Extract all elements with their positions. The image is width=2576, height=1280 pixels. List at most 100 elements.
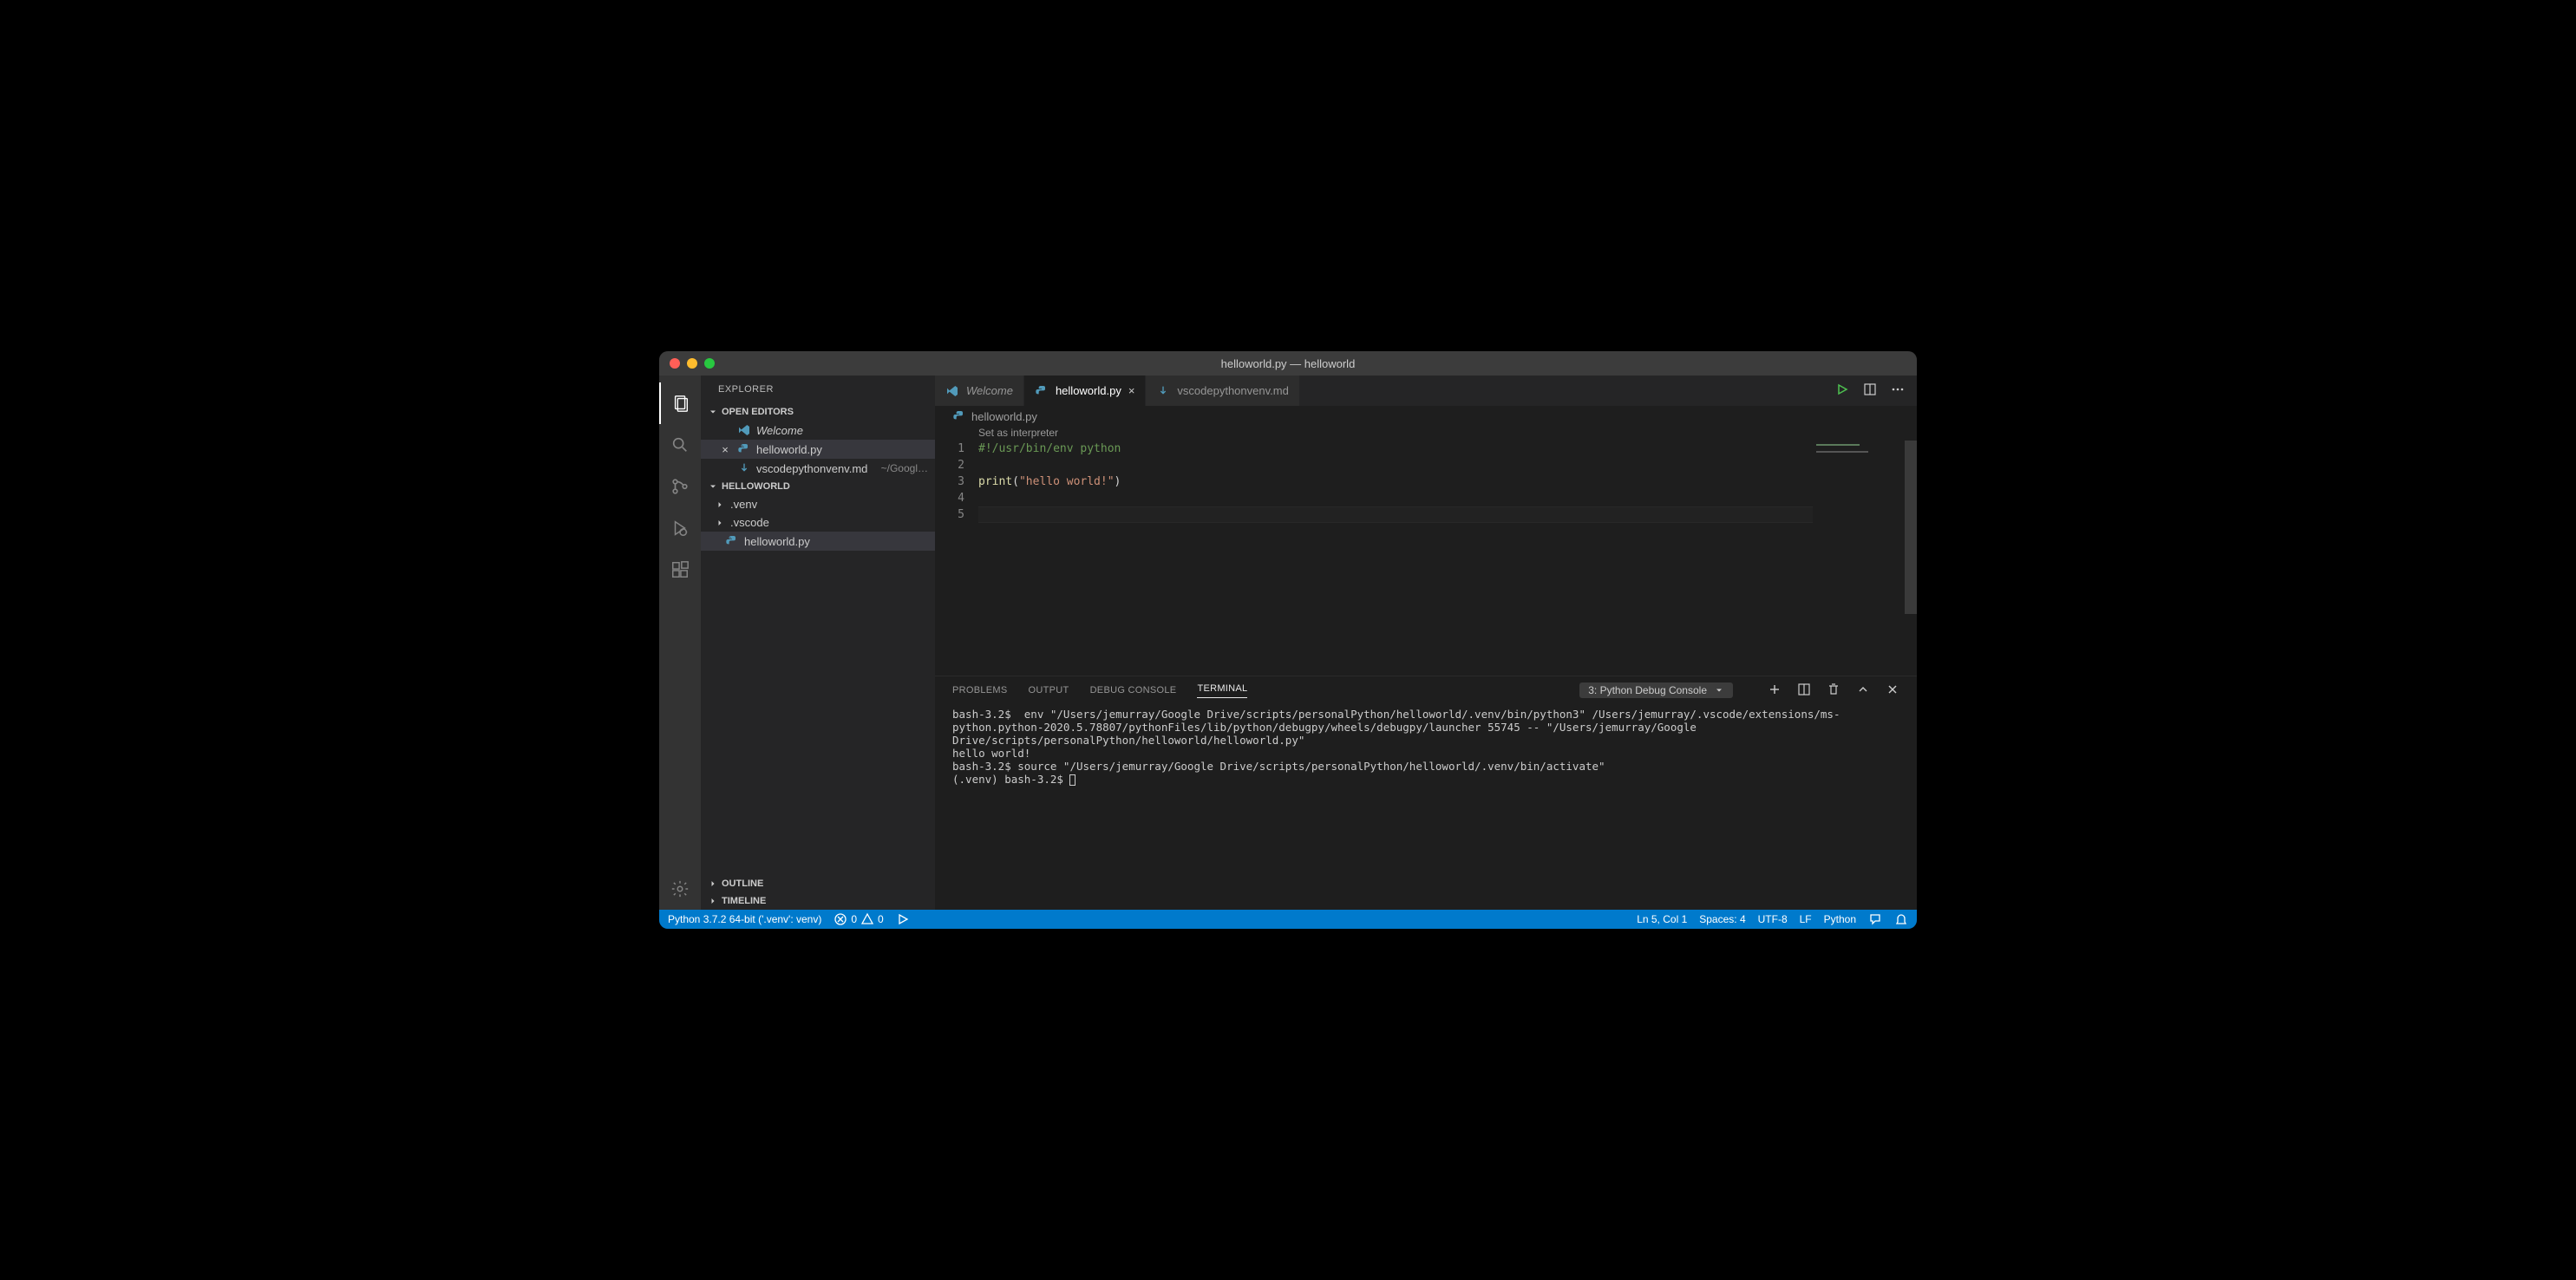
search-icon[interactable] — [659, 424, 701, 466]
open-editor-helloworld[interactable]: × helloworld.py — [701, 440, 935, 459]
open-editor-path: ~/Googl… — [881, 462, 928, 474]
tree-folder-vscode[interactable]: .vscode — [701, 513, 935, 532]
terminal-cursor — [1069, 774, 1076, 786]
panel-tab-terminal[interactable]: TERMINAL — [1197, 683, 1247, 698]
markdown-file-icon — [737, 461, 751, 475]
status-run-icon[interactable] — [896, 912, 910, 926]
codelens-set-interpreter[interactable]: Set as interpreter — [935, 427, 1917, 441]
open-editors-label: OPEN EDITORS — [722, 407, 794, 417]
breadcrumb[interactable]: helloworld.py — [935, 406, 1917, 427]
window-title: helloworld.py — helloworld — [659, 357, 1917, 370]
panel-tab-debug-console[interactable]: DEBUG CONSOLE — [1090, 685, 1177, 696]
outline-header[interactable]: OUTLINE — [701, 875, 935, 892]
tab-vscodepythonvenv[interactable]: vscodepythonvenv.md — [1146, 376, 1299, 406]
breadcrumb-file: helloworld.py — [971, 410, 1037, 423]
tab-label: vscodepythonvenv.md — [1177, 384, 1288, 397]
panel-tab-problems[interactable]: PROBLEMS — [952, 685, 1008, 696]
minimize-window-button[interactable] — [687, 358, 697, 369]
status-problems[interactable]: 0 0 — [834, 912, 883, 926]
sidebar-title: EXPLORER — [701, 376, 935, 403]
more-actions-icon[interactable] — [1891, 382, 1905, 399]
editor-tabs: Welcome helloworld.py × vscodepythonvenv… — [935, 376, 1917, 406]
split-editor-icon[interactable] — [1863, 382, 1877, 399]
chevron-right-icon — [708, 878, 718, 889]
warning-icon — [860, 912, 874, 926]
activity-bar — [659, 376, 701, 910]
status-encoding[interactable]: UTF-8 — [1758, 913, 1788, 925]
vscode-window: helloworld.py — helloworld — [659, 351, 1917, 929]
open-editor-label: vscodepythonvenv.md — [756, 462, 876, 475]
split-terminal-icon[interactable] — [1797, 682, 1811, 699]
new-terminal-icon[interactable] — [1768, 682, 1782, 699]
terminal-text: bash-3.2$ env "/Users/jemurray/Google Dr… — [952, 708, 1840, 786]
code-editor[interactable]: 12345 #!/usr/bin/env python print("hello… — [935, 441, 1917, 676]
tab-helloworld[interactable]: helloworld.py × — [1024, 376, 1146, 406]
editor-scrollbar[interactable] — [1905, 441, 1917, 614]
close-window-button[interactable] — [670, 358, 680, 369]
minimap[interactable] — [1816, 444, 1903, 454]
run-debug-icon[interactable] — [659, 507, 701, 549]
status-cursor-position[interactable]: Ln 5, Col 1 — [1637, 913, 1687, 925]
bottom-panel: PROBLEMS OUTPUT DEBUG CONSOLE TERMINAL 3… — [935, 676, 1917, 910]
chevron-down-icon — [708, 407, 718, 417]
python-file-icon — [737, 442, 751, 456]
outline-label: OUTLINE — [722, 878, 763, 889]
timeline-label: TIMELINE — [722, 896, 766, 906]
status-feedback-icon[interactable] — [1868, 912, 1882, 926]
status-indentation[interactable]: Spaces: 4 — [1699, 913, 1745, 925]
panel-tabs: PROBLEMS OUTPUT DEBUG CONSOLE TERMINAL 3… — [935, 676, 1917, 704]
titlebar: helloworld.py — helloworld — [659, 351, 1917, 376]
tree-item-label: helloworld.py — [744, 535, 928, 548]
status-python-interpreter[interactable]: Python 3.7.2 64-bit ('.venv': venv) — [668, 913, 821, 925]
explorer-icon[interactable] — [659, 382, 701, 424]
editor-actions — [1835, 382, 1917, 399]
close-icon[interactable]: × — [1128, 384, 1135, 397]
open-editor-vscodepythonvenv[interactable]: × vscodepythonvenv.md ~/Googl… — [701, 459, 935, 478]
open-editors-header[interactable]: OPEN EDITORS — [701, 403, 935, 421]
folder-header[interactable]: HELLOWORLD — [701, 478, 935, 495]
chevron-down-icon — [708, 481, 718, 492]
kill-terminal-icon[interactable] — [1827, 682, 1840, 699]
settings-gear-icon[interactable] — [659, 868, 701, 910]
extensions-icon[interactable] — [659, 549, 701, 591]
close-icon[interactable]: × — [718, 443, 732, 456]
open-editor-label: Welcome — [756, 424, 928, 437]
close-panel-icon[interactable] — [1886, 682, 1899, 699]
terminal-selector-label: 3: Python Debug Console — [1588, 684, 1707, 696]
editor-area: Welcome helloworld.py × vscodepythonvenv… — [935, 376, 1917, 910]
terminal-selector[interactable]: 3: Python Debug Console — [1579, 682, 1733, 698]
panel-tab-output[interactable]: OUTPUT — [1029, 685, 1069, 696]
maximize-panel-icon[interactable] — [1856, 682, 1870, 699]
tree-folder-venv[interactable]: .venv — [701, 495, 935, 513]
python-file-icon — [1035, 384, 1049, 398]
timeline-header[interactable]: TIMELINE — [701, 892, 935, 910]
folder-header-label: HELLOWORLD — [722, 481, 790, 492]
window-controls — [659, 358, 715, 369]
status-eol[interactable]: LF — [1800, 913, 1812, 925]
current-line-highlight — [978, 506, 1813, 523]
code-content[interactable]: #!/usr/bin/env python print("hello world… — [978, 441, 1917, 676]
open-editor-label: helloworld.py — [756, 443, 928, 456]
terminal-output[interactable]: bash-3.2$ env "/Users/jemurray/Google Dr… — [935, 704, 1917, 910]
panel-actions — [1768, 682, 1899, 699]
markdown-file-icon — [1156, 384, 1170, 398]
source-control-icon[interactable] — [659, 466, 701, 507]
vscode-icon — [945, 384, 959, 398]
chevron-right-icon — [708, 896, 718, 906]
tree-item-label: .venv — [730, 498, 928, 511]
line-gutter: 12345 — [935, 441, 978, 676]
maximize-window-button[interactable] — [704, 358, 715, 369]
status-language[interactable]: Python — [1824, 913, 1856, 925]
vscode-icon — [737, 423, 751, 437]
run-file-icon[interactable] — [1835, 382, 1849, 399]
python-file-icon — [952, 409, 966, 423]
tree-file-helloworld[interactable]: helloworld.py — [701, 532, 935, 551]
open-editor-welcome[interactable]: × Welcome — [701, 421, 935, 440]
chevron-right-icon — [715, 518, 725, 528]
tree-item-label: .vscode — [730, 516, 928, 529]
python-file-icon — [725, 534, 739, 548]
status-notifications-icon[interactable] — [1894, 912, 1908, 926]
chevron-right-icon — [715, 500, 725, 510]
tab-welcome[interactable]: Welcome — [935, 376, 1024, 406]
sidebar: EXPLORER OPEN EDITORS × Welcome × hellow… — [701, 376, 935, 910]
